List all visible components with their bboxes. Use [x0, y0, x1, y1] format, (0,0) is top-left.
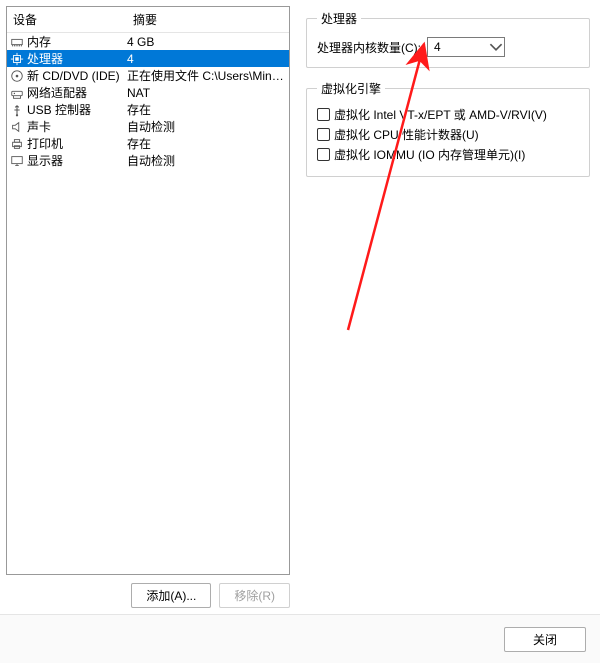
device-name: USB 控制器: [27, 101, 127, 118]
hardware-row[interactable]: 新 CD/DVD (IDE)正在使用文件 C:\Users\MinC...: [7, 67, 289, 84]
add-button[interactable]: 添加(A)...: [131, 583, 211, 608]
hardware-left-panel: 设备 摘要 内存4 GB处理器4新 CD/DVD (IDE)正在使用文件 C:\…: [0, 0, 296, 614]
hardware-list-header: 设备 摘要: [7, 7, 289, 33]
virt-iommu-label: 虚拟化 IOMMU (IO 内存管理单元)(I): [334, 146, 525, 163]
checkbox-icon: [317, 108, 330, 121]
virt-iommu-row[interactable]: 虚拟化 IOMMU (IO 内存管理单元)(I): [317, 146, 579, 163]
processor-group: 处理器 处理器内核数量(C): 4: [306, 10, 590, 68]
checkbox-icon: [317, 148, 330, 161]
column-device: 设备: [7, 7, 127, 32]
device-name: 新 CD/DVD (IDE): [27, 67, 127, 84]
device-summary: 4: [127, 52, 287, 66]
hardware-list: 设备 摘要 内存4 GB处理器4新 CD/DVD (IDE)正在使用文件 C:\…: [6, 6, 290, 575]
detail-right-panel: 处理器 处理器内核数量(C): 4 虚拟化引擎 虚拟化 Intel VT-x/E…: [296, 0, 600, 614]
processor-group-title: 处理器: [317, 10, 361, 27]
device-summary: 存在: [127, 101, 287, 118]
sound-icon: [9, 120, 25, 134]
cores-label: 处理器内核数量(C):: [317, 39, 421, 56]
hardware-row[interactable]: 显示器自动检测: [7, 152, 289, 169]
hardware-row[interactable]: 网络适配器NAT: [7, 84, 289, 101]
device-name: 内存: [27, 33, 127, 50]
device-name: 打印机: [27, 135, 127, 152]
device-name: 处理器: [27, 50, 127, 67]
device-summary: 自动检测: [127, 118, 287, 135]
hardware-row[interactable]: 声卡自动检测: [7, 118, 289, 135]
device-name: 显示器: [27, 152, 127, 169]
hardware-row[interactable]: 内存4 GB: [7, 33, 289, 50]
hardware-row[interactable]: USB 控制器存在: [7, 101, 289, 118]
chevron-down-icon: [488, 40, 504, 54]
main-area: 设备 摘要 内存4 GB处理器4新 CD/DVD (IDE)正在使用文件 C:\…: [0, 0, 600, 615]
column-summary: 摘要: [127, 7, 289, 32]
device-summary: 4 GB: [127, 35, 287, 49]
hardware-buttons: 添加(A)... 移除(R): [6, 583, 290, 608]
network-icon: [9, 86, 25, 100]
virt-vtx-row[interactable]: 虚拟化 Intel VT-x/EPT 或 AMD-V/RVI(V): [317, 106, 579, 123]
usb-icon: [9, 103, 25, 117]
hardware-row[interactable]: 处理器4: [7, 50, 289, 67]
remove-button[interactable]: 移除(R): [219, 583, 290, 608]
virt-vtx-label: 虚拟化 Intel VT-x/EPT 或 AMD-V/RVI(V): [334, 106, 547, 123]
cores-combobox[interactable]: 4: [427, 37, 505, 57]
device-name: 网络适配器: [27, 84, 127, 101]
device-summary: NAT: [127, 86, 287, 100]
device-summary: 正在使用文件 C:\Users\MinC...: [127, 67, 287, 84]
device-summary: 存在: [127, 135, 287, 152]
display-icon: [9, 154, 25, 168]
memory-icon: [9, 35, 25, 49]
close-button[interactable]: 关闭: [504, 627, 586, 652]
device-name: 声卡: [27, 118, 127, 135]
dialog-footer: 关闭: [0, 615, 600, 663]
cpu-icon: [9, 52, 25, 66]
virt-perf-label: 虚拟化 CPU 性能计数器(U): [334, 126, 479, 143]
virtualization-group: 虚拟化引擎 虚拟化 Intel VT-x/EPT 或 AMD-V/RVI(V) …: [306, 80, 590, 177]
virtualization-group-title: 虚拟化引擎: [317, 80, 385, 97]
printer-icon: [9, 137, 25, 151]
device-summary: 自动检测: [127, 152, 287, 169]
checkbox-icon: [317, 128, 330, 141]
hardware-list-body: 内存4 GB处理器4新 CD/DVD (IDE)正在使用文件 C:\Users\…: [7, 33, 289, 574]
disc-icon: [9, 69, 25, 83]
cores-value: 4: [428, 40, 488, 54]
hardware-row[interactable]: 打印机存在: [7, 135, 289, 152]
virt-perf-row[interactable]: 虚拟化 CPU 性能计数器(U): [317, 126, 579, 143]
